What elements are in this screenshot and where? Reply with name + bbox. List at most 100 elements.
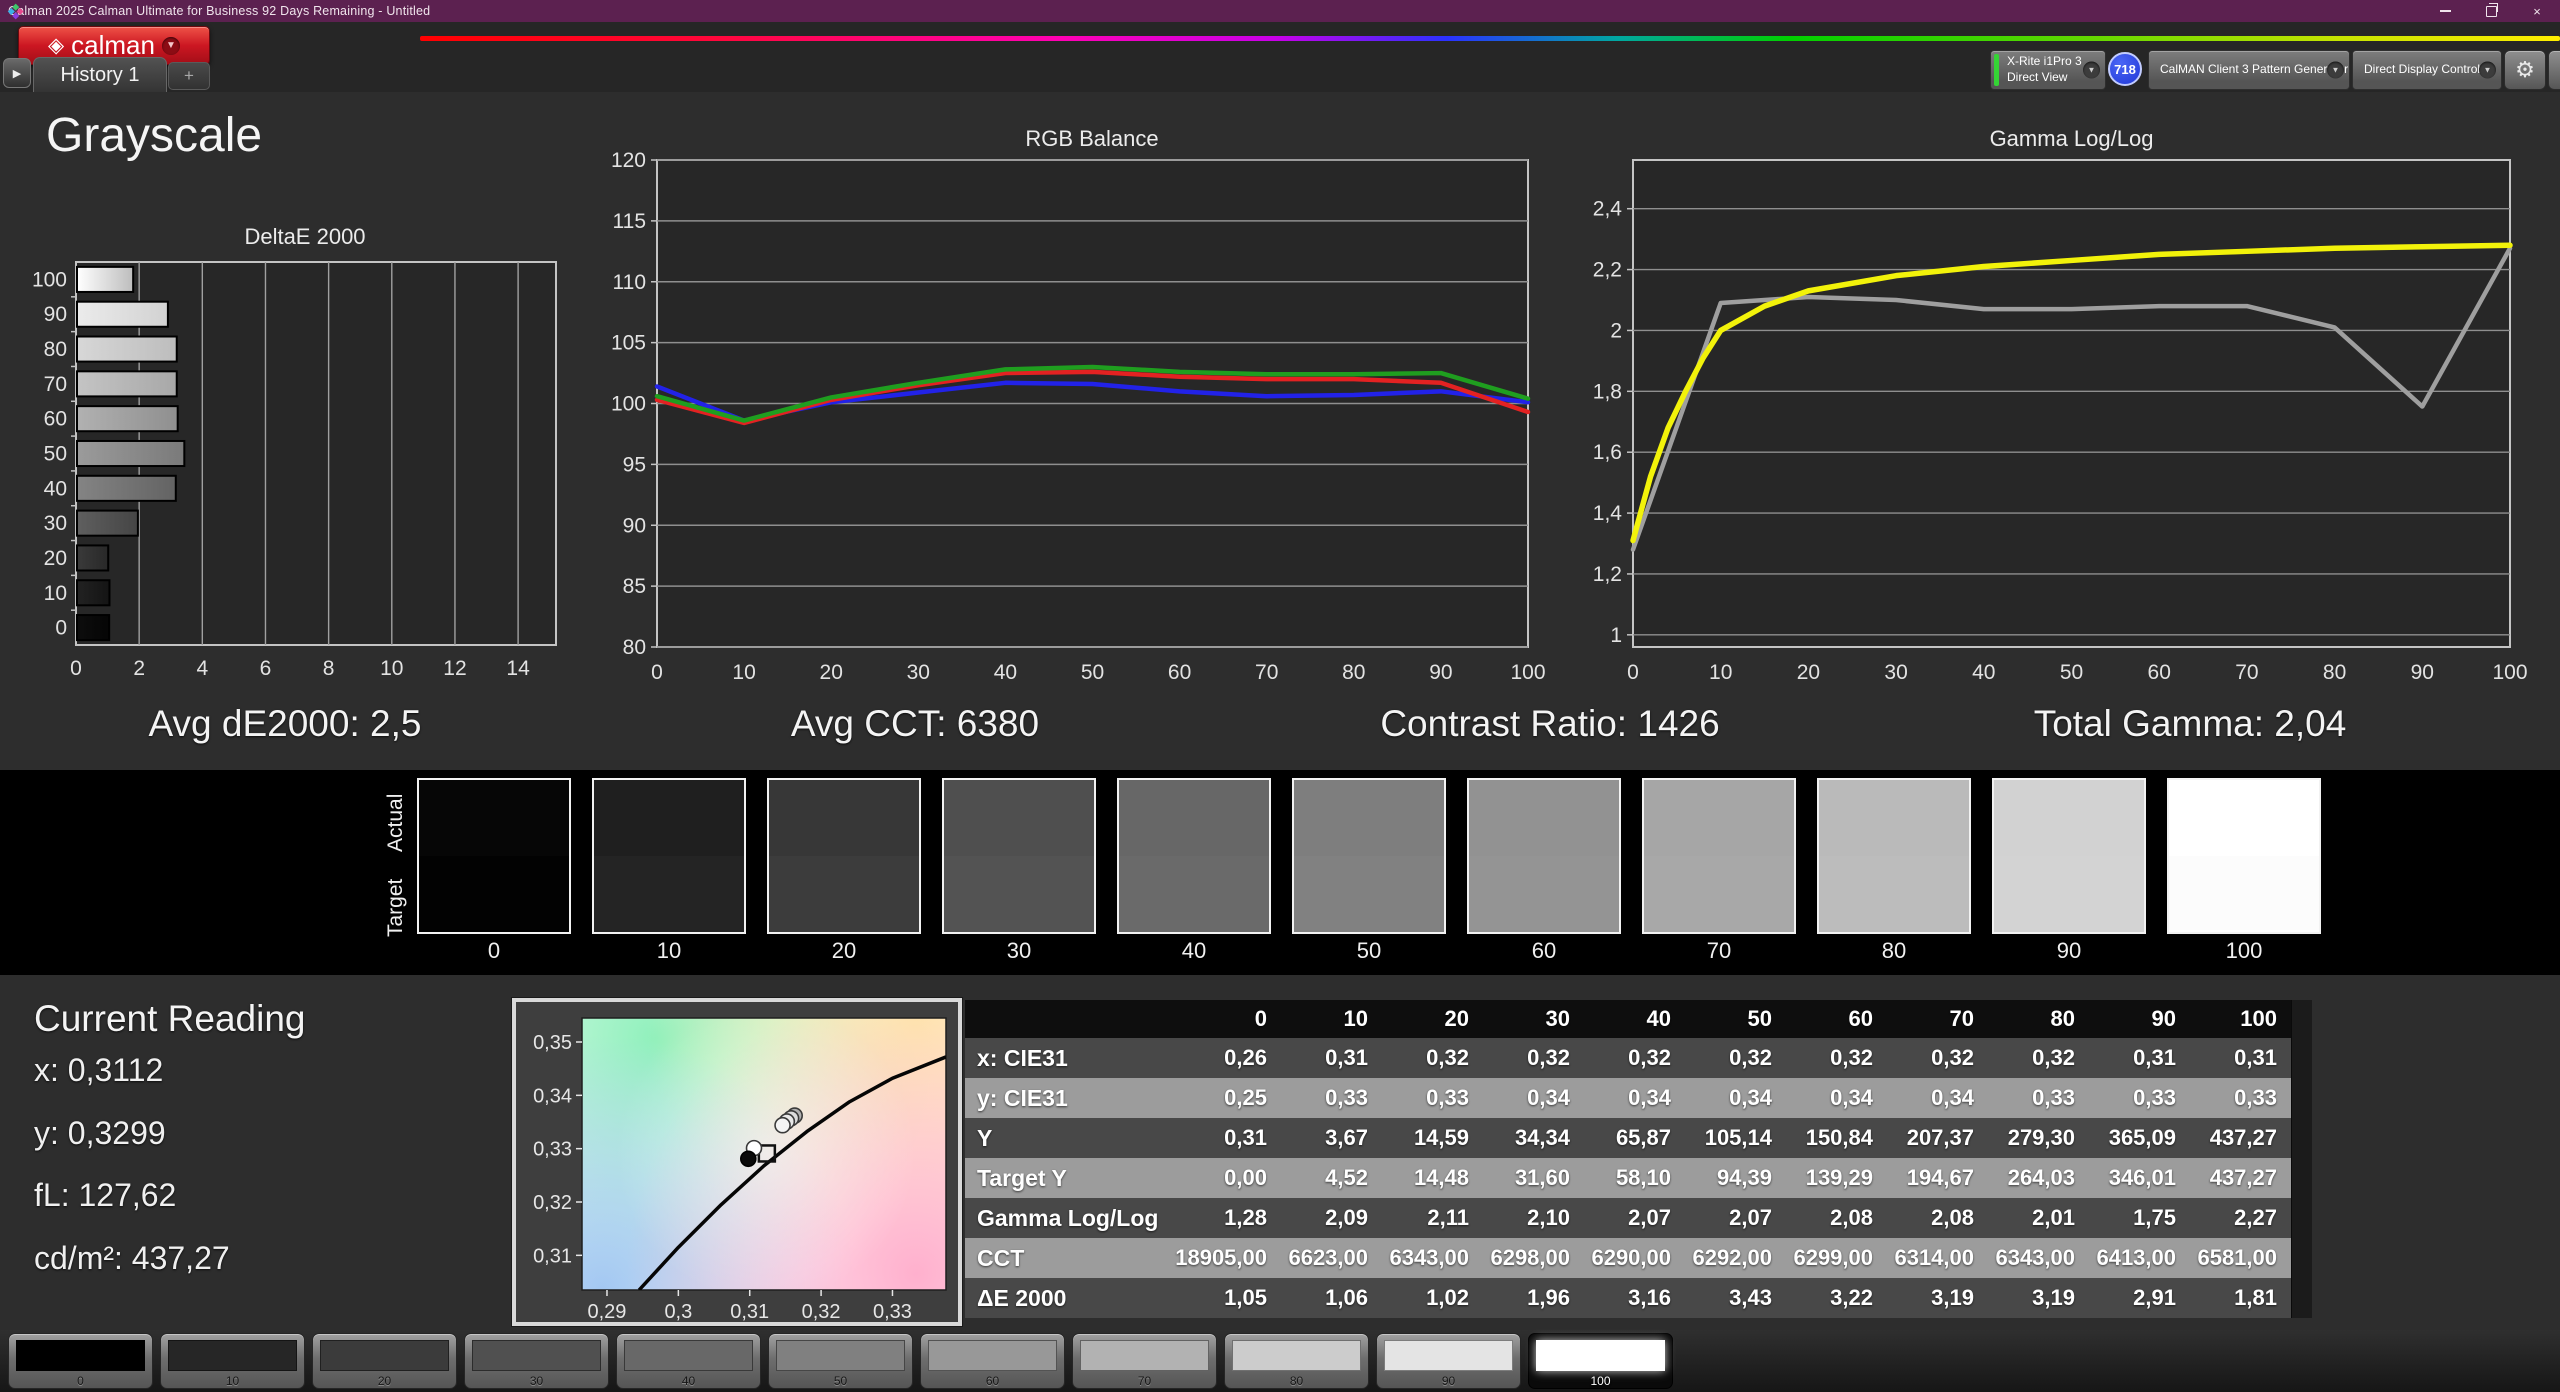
pattern-level-button-10[interactable]: 10 [160, 1333, 305, 1389]
table-cell: 14,59 [1413, 1125, 1469, 1150]
table-cell: 0,31 [2234, 1045, 2277, 1070]
table-cell: 2,01 [2032, 1205, 2075, 1230]
svg-text:10: 10 [1709, 661, 1732, 684]
table-row-label: ΔE 2000 [977, 1284, 1067, 1311]
meter-colorimeter[interactable]: X-Rite i1Pro 3 Direct View ▼ [1990, 50, 2106, 90]
pattern-level-label: 50 [833, 1374, 848, 1388]
grayscale-swatch-40 [1117, 778, 1271, 934]
rainbow-strip [420, 36, 2560, 41]
total-gamma-stat: Total Gamma: 2,04 [2033, 703, 2347, 744]
meter-line1: CalMAN Client 3 Pattern Generator [2160, 62, 2349, 77]
maximize-button[interactable] [2468, 0, 2514, 22]
svg-text:20: 20 [44, 547, 67, 570]
tab-history-1[interactable]: History 1 [33, 57, 167, 92]
swatch-level-label: 10 [656, 938, 682, 963]
svg-text:2,2: 2,2 [1593, 259, 1622, 282]
pattern-swatch [1080, 1340, 1209, 1371]
pattern-level-button-60[interactable]: 60 [920, 1333, 1065, 1389]
current-reading-cdm: cd/m²: 437,27 [34, 1240, 230, 1276]
pattern-level-button-90[interactable]: 90 [1376, 1333, 1521, 1389]
svg-text:0,29: 0,29 [588, 1301, 627, 1323]
add-tab-button[interactable]: + [168, 62, 210, 90]
minimize-button[interactable] [2422, 0, 2468, 22]
svg-text:2: 2 [1610, 319, 1622, 342]
pattern-level-button-80[interactable]: 80 [1224, 1333, 1369, 1389]
pattern-level-button-20[interactable]: 20 [312, 1333, 457, 1389]
table-cell: 3,22 [1830, 1285, 1873, 1310]
svg-text:1,6: 1,6 [1593, 441, 1622, 464]
swatch-level-label: 70 [1706, 938, 1732, 963]
table-cell: 279,30 [2007, 1125, 2075, 1150]
table-header-col: 40 [1646, 1006, 1671, 1031]
swatch-target-half [1119, 856, 1269, 932]
svg-text:0,33: 0,33 [533, 1139, 572, 1161]
svg-text:0: 0 [70, 657, 82, 680]
pattern-level-button-50[interactable]: 50 [768, 1333, 913, 1389]
svg-text:90: 90 [44, 303, 67, 326]
swatch-target-half [594, 856, 744, 932]
table-cell: 94,39 [1716, 1165, 1772, 1190]
table-cell: 2,27 [2234, 1205, 2277, 1230]
swatch-target-half [419, 856, 569, 932]
meter-display-control[interactable]: Direct Display Control ▼ [2352, 50, 2502, 90]
table-cell: 2,07 [1729, 1205, 1772, 1230]
table-row-label: y: CIE31 [977, 1084, 1068, 1111]
svg-text:1,2: 1,2 [1593, 563, 1622, 586]
table-cell: 6623,00 [1288, 1245, 1368, 1270]
maximize-icon [2485, 2, 2498, 17]
grayscale-swatch-70 [1642, 778, 1796, 934]
svg-text:20: 20 [1797, 661, 1820, 684]
table-scrollbar[interactable] [2291, 1000, 2312, 1318]
table-header-col: 80 [2050, 1006, 2075, 1031]
swatch-actual-half [1819, 780, 1969, 856]
svg-text:70: 70 [2235, 661, 2258, 684]
svg-text:1: 1 [1610, 624, 1622, 647]
table-cell: 0,32 [1931, 1045, 1974, 1070]
avg-de2000-stat: Avg dE2000: 2,5 [148, 703, 422, 744]
table-row: y: CIE31 0,25 0,33 0,33 0,34 0,34 0,34 0,34 0,34… [965, 1078, 2291, 1118]
meter-line1: Direct Display Control [2364, 62, 2481, 77]
grayscale-swatch-50 [1292, 778, 1446, 934]
pattern-level-button-70[interactable]: 70 [1072, 1333, 1217, 1389]
svg-text:0: 0 [651, 661, 663, 684]
close-button[interactable]: × [2514, 0, 2560, 22]
table-cell: 2,91 [2133, 1285, 2176, 1310]
tab-list-button[interactable]: ▶ [3, 58, 31, 88]
pattern-swatch [472, 1340, 601, 1371]
svg-text:90: 90 [623, 514, 646, 537]
svg-text:105: 105 [611, 332, 646, 355]
contrast-ratio-stat: Contrast Ratio: 1426 [1380, 703, 1720, 744]
svg-text:70: 70 [44, 373, 67, 396]
table-cell: 150,84 [1805, 1125, 1873, 1150]
svg-text:70: 70 [1255, 661, 1278, 684]
table-cell: 1,96 [1527, 1285, 1570, 1310]
collapse-panel-button[interactable]: ◀ [2548, 50, 2560, 90]
table-cell: 0,34 [1527, 1085, 1570, 1110]
table-cell: 6581,00 [2197, 1245, 2277, 1270]
table-cell: 6299,00 [1793, 1245, 1873, 1270]
table-cell: 3,67 [1325, 1125, 1368, 1150]
pattern-level-button-40[interactable]: 40 [616, 1333, 761, 1389]
pattern-swatch [1536, 1340, 1665, 1371]
pattern-level-button-0[interactable]: 0 [8, 1333, 153, 1389]
pattern-level-button-30[interactable]: 30 [464, 1333, 609, 1389]
settings-button[interactable]: ⚙ [2504, 50, 2546, 90]
table-cell: 0,32 [1729, 1045, 1772, 1070]
pattern-swatch [928, 1340, 1057, 1371]
table-cell: 0,25 [1224, 1085, 1267, 1110]
table-header-col: 60 [1848, 1006, 1873, 1031]
grayscale-swatch-strip: Actual Target 0 10 20 30 40 50 60 70 80 90 100 [0, 770, 2560, 975]
swatch-target-half [1294, 856, 1444, 932]
svg-text:0: 0 [55, 617, 67, 640]
meter-mode-badge[interactable]: 718 [2108, 52, 2142, 86]
pattern-level-label: 70 [1137, 1374, 1152, 1388]
table-cell: 6298,00 [1490, 1245, 1570, 1270]
pattern-level-button-100[interactable]: 100 [1528, 1333, 1673, 1389]
page-title: Grayscale [46, 109, 263, 162]
table-cell: 437,27 [2209, 1125, 2277, 1150]
grayscale-swatch-10 [592, 778, 746, 934]
meter-pattern-generator[interactable]: CalMAN Client 3 Pattern Generator ▼ [2148, 50, 2350, 90]
table-cell: 3,19 [2032, 1285, 2075, 1310]
svg-text:0: 0 [1627, 661, 1639, 684]
svg-text:1,8: 1,8 [1593, 380, 1622, 403]
